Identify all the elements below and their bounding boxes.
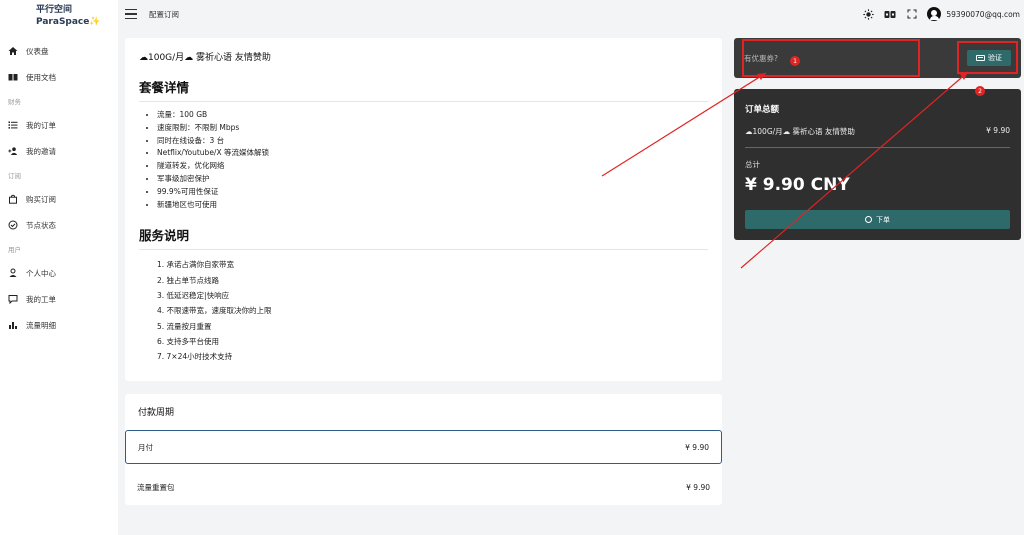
fullscreen-icon[interactable]	[905, 7, 919, 21]
sidebar-item-label: 我的订单	[26, 120, 56, 130]
payment-period-title: 付款周期	[138, 408, 175, 418]
menu-toggle-icon[interactable]	[125, 9, 137, 19]
breadcrumb: 配置订阅	[149, 9, 179, 19]
brand-name-en: ParaSpace	[36, 17, 90, 27]
plan-details-card: ☁100G/月☁ 雾祈心语 友情赞助 套餐详情 流量：100 GB 速度限制：不…	[125, 38, 722, 381]
list-item: 99.9%可用性保证	[157, 186, 708, 199]
bar-chart-icon	[9, 322, 17, 329]
list-item: 流量：100 GB	[157, 109, 708, 122]
list-item: 4. 不限速带宽，速度取决你的上限	[157, 306, 272, 316]
sidebar: 平行空间 ParaSpace✨ 仪表盘 使用文档 财务 我的订单 我的邀请 订阅…	[0, 0, 118, 535]
total-label: 总计	[745, 160, 760, 169]
period-option-price: ¥ 9.90	[686, 482, 710, 492]
place-order-label: 下单	[876, 215, 890, 224]
sidebar-item-docs[interactable]: 使用文档	[0, 64, 118, 90]
list-item: Netflix/Youtube/X 等流媒体解锁	[157, 147, 708, 160]
period-option-reset-pack[interactable]: 流量重置包 ¥ 9.90	[125, 470, 722, 504]
period-option-price: ¥ 9.90	[685, 442, 709, 452]
list-item: 1. 承诺占满你自家带宽	[157, 260, 235, 270]
check-circle-icon	[865, 216, 872, 223]
sidebar-item-label: 流量明细	[26, 320, 56, 330]
check-circle-icon	[8, 220, 18, 230]
sidebar-item-label: 节点状态	[26, 220, 56, 230]
list-item: 6. 支持多平台使用	[157, 336, 220, 346]
sparkle-icon: ✨	[89, 17, 101, 27]
period-option-label: 流量重置包	[137, 482, 175, 492]
nav-section-finance: 财务	[8, 98, 21, 106]
annotation-badge-1: 1	[790, 56, 800, 66]
annotation-badge-2: 2	[975, 86, 985, 96]
list-item: 7. 7×24小时技术支持	[157, 352, 233, 362]
list-item: 速度限制：不限制 Mbps	[157, 122, 708, 135]
nav-section-subscribe: 订阅	[8, 172, 21, 180]
plan-details-title: 套餐详情	[139, 77, 708, 102]
user-email[interactable]: 59390070@qq.com	[946, 10, 1020, 19]
sidebar-item-orders[interactable]: 我的订单	[0, 112, 118, 138]
user-add-icon	[8, 147, 18, 155]
annotation-box-verify	[957, 41, 1018, 74]
nav-section-user: 用户	[8, 246, 21, 254]
sidebar-item-invites[interactable]: 我的邀请	[0, 138, 118, 164]
person-icon	[9, 268, 17, 277]
topbar-actions: 59390070@qq.com	[861, 0, 1020, 28]
order-summary-card: 订单总额 ☁100G/月☁ 雾祈心语 友情赞助 ¥ 9.90 总计 ¥ 9.90…	[734, 89, 1021, 240]
plan-details-list: 流量：100 GB 速度限制：不限制 Mbps 同时在线设备：3 台 Netfl…	[139, 109, 708, 211]
chat-icon	[8, 295, 18, 304]
sidebar-item-buy[interactable]: 购买订阅	[0, 186, 118, 212]
topbar: 配置订阅 59390070@qq.com	[118, 0, 1024, 28]
annotation-box-coupon	[742, 39, 920, 77]
shopping-bag-icon	[9, 194, 17, 204]
list-item: 3. 低延迟稳定|快响应	[157, 290, 230, 300]
sidebar-nav: 仪表盘 使用文档 财务 我的订单 我的邀请 订阅 购买订阅 节点状态 用户 个人…	[0, 38, 118, 338]
list-item: 2. 独占单节点线路	[157, 275, 220, 285]
sidebar-item-label: 仪表盘	[26, 46, 49, 56]
list-item: 隧道转发，优化网络	[157, 160, 708, 173]
sidebar-item-traffic[interactable]: 流量明细	[0, 312, 118, 338]
avatar[interactable]	[927, 7, 942, 21]
place-order-button[interactable]: 下单	[745, 210, 1010, 229]
list-item: 同时在线设备：3 台	[157, 135, 708, 148]
period-option-monthly[interactable]: 月付 ¥ 9.90	[125, 430, 722, 464]
order-line-item: ☁100G/月☁ 雾祈心语 友情赞助 ¥ 9.90	[745, 126, 1010, 137]
sidebar-item-node-status[interactable]: 节点状态	[0, 212, 118, 238]
sidebar-item-profile[interactable]: 个人中心	[0, 260, 118, 286]
sidebar-item-label: 购买订阅	[26, 194, 56, 204]
list-item: 新疆地区也可使用	[157, 199, 708, 212]
divider	[745, 147, 1010, 148]
service-list: 1. 承诺占满你自家带宽 2. 独占单节点线路 3. 低延迟稳定|快响应 4. …	[139, 257, 708, 364]
order-total-title: 订单总额	[745, 105, 780, 115]
list-item: 军事级加密保护	[157, 173, 708, 186]
sidebar-item-tickets[interactable]: 我的工单	[0, 286, 118, 312]
sidebar-item-label: 我的工单	[26, 294, 56, 304]
sidebar-item-label: 使用文档	[26, 72, 56, 82]
brand-logo[interactable]: 平行空间 ParaSpace✨	[0, 0, 118, 28]
service-title: 服务说明	[139, 225, 708, 251]
home-icon	[8, 47, 18, 55]
translate-icon[interactable]	[883, 7, 897, 21]
sidebar-item-label: 我的邀请	[26, 146, 56, 156]
order-item-name: ☁100G/月☁ 雾祈心语 友情赞助	[745, 127, 855, 136]
list-item: 5. 流量按月重置	[157, 321, 212, 331]
sidebar-item-dashboard[interactable]: 仪表盘	[0, 38, 118, 64]
book-icon	[8, 74, 18, 81]
sidebar-item-label: 个人中心	[26, 268, 56, 278]
theme-sun-icon[interactable]	[861, 7, 875, 21]
order-item-price: ¥ 9.90	[986, 126, 1010, 135]
brand-name-cn: 平行空间	[36, 5, 73, 15]
plan-name: ☁100G/月☁ 雾祈心语 友情赞助	[139, 53, 271, 63]
total-amount: ¥ 9.90 CNY	[745, 175, 850, 195]
list-icon	[8, 121, 18, 129]
period-option-label: 月付	[138, 442, 153, 452]
payment-period-card: 付款周期 月付 ¥ 9.90 流量重置包 ¥ 9.90	[125, 394, 722, 505]
